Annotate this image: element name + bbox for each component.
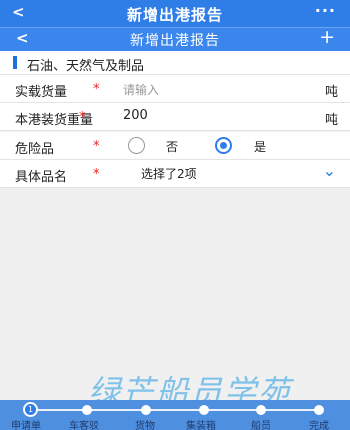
step-label-1[interactable]: 申请单 <box>11 417 41 430</box>
step-label-4[interactable]: 集装箱 <box>186 417 216 430</box>
product-select[interactable]: 选择了2项 <box>141 165 197 182</box>
radio-no[interactable] <box>128 137 145 154</box>
section-title: 石油、天然气及制品 <box>27 59 145 74</box>
outer-title-bar: < 新增出港报告 ··· <box>0 0 350 27</box>
step-label-3[interactable]: 货物 <box>135 417 155 430</box>
radio-yes-label[interactable]: 是 <box>254 138 266 155</box>
page-title: 新增出港报告 <box>126 6 223 24</box>
required-mark: * <box>79 110 86 125</box>
port-load-unit: 吨 <box>324 113 338 128</box>
row-dangerous: 危险品 * 否 是 <box>0 132 350 160</box>
chevron-down-icon[interactable]: ⌄ <box>323 161 336 180</box>
section-header: 石油、天然气及制品 <box>0 51 350 75</box>
radio-yes[interactable] <box>215 137 232 154</box>
row-actual-cargo: 实载货量 * 请输入 吨 <box>0 75 350 103</box>
required-mark: * <box>93 82 100 97</box>
required-mark: * <box>93 139 100 154</box>
step-dot-1[interactable]: 1 <box>23 402 38 417</box>
step-dot-3[interactable] <box>141 405 151 415</box>
required-mark: * <box>93 167 100 182</box>
step-label-5[interactable]: 船员 <box>251 417 271 430</box>
step-dot-6[interactable] <box>314 405 324 415</box>
section-marker <box>13 56 17 69</box>
add-icon[interactable]: + <box>319 26 335 48</box>
more-icon[interactable]: ··· <box>315 1 336 20</box>
product-label: 具体品名 <box>15 170 68 185</box>
row-product[interactable]: 具体品名 * 选择了2项 ⌄ <box>0 160 350 188</box>
step-progress-bar: 1 申请单 车客驳 货物 集装箱 船员 完成 <box>0 400 350 430</box>
step-line <box>30 409 320 411</box>
actual-cargo-label: 实载货量 <box>15 85 68 100</box>
step-dot-4[interactable] <box>199 405 209 415</box>
step-dot-2[interactable] <box>82 405 92 415</box>
actual-cargo-unit: 吨 <box>324 85 338 100</box>
actual-cargo-input[interactable]: 请输入 <box>123 81 159 98</box>
step-dot-5[interactable] <box>256 405 266 415</box>
radio-no-label[interactable]: 否 <box>166 138 178 155</box>
inner-title-bar: < 新增出港报告 + <box>0 26 350 51</box>
dangerous-label: 危险品 <box>15 142 55 157</box>
port-load-input[interactable]: 200 <box>123 108 148 123</box>
step-label-6[interactable]: 完成 <box>309 417 329 430</box>
row-port-load: 本港装货重量 * 200 吨 <box>0 103 350 131</box>
inner-page-title: 新增出港报告 <box>130 33 220 49</box>
step-label-2[interactable]: 车客驳 <box>69 417 99 430</box>
